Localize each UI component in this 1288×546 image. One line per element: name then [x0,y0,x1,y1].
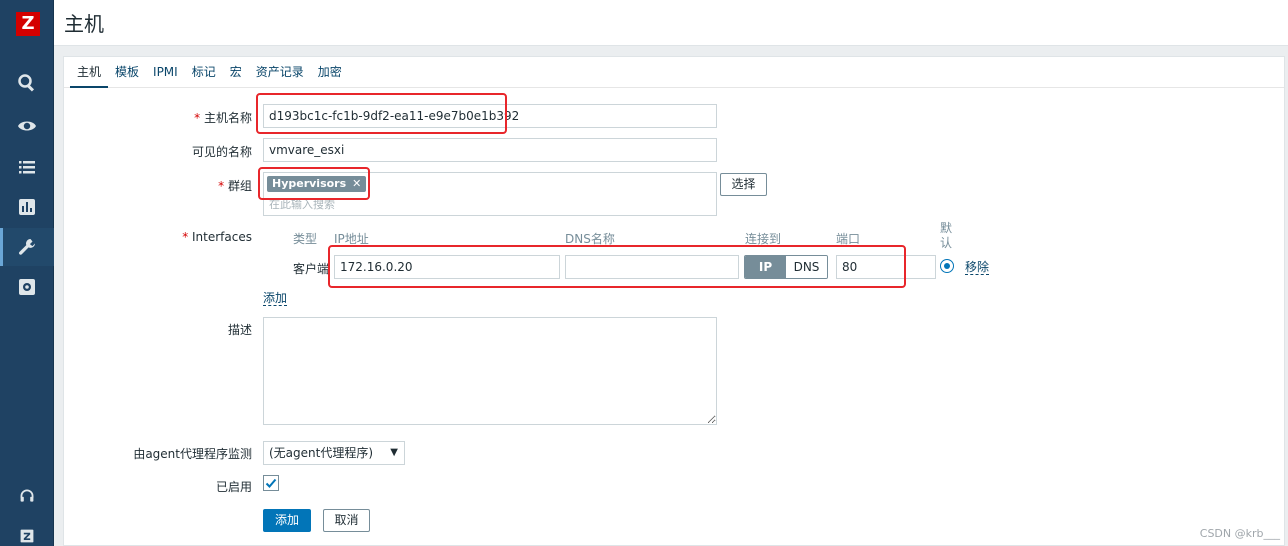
tab-templates[interactable]: 模板 [108,57,146,88]
groups-multiselect[interactable]: Hypervisors ✕ 在此输入搜索 [263,172,717,216]
gear-icon[interactable] [0,268,54,306]
proxy-select[interactable]: (无agent代理程序) ▼ [263,441,405,465]
chevron-down-icon: ▼ [390,447,398,458]
zabbix-icon[interactable] [0,517,54,546]
tab-inventory[interactable]: 资产记录 [249,57,311,88]
cancel-button[interactable]: 取消 [323,509,370,532]
tab-macros[interactable]: 宏 [223,57,249,88]
page-title: 主机 [64,12,104,36]
iface-connect-header: 连接到 [745,232,782,246]
groups-label: 群组 [218,177,252,194]
iface-remove-link[interactable]: 移除 [965,260,990,275]
tab-encryption[interactable]: 加密 [311,57,349,88]
tab-bar: 主机 模板 IPMI 标记 宏 资产记录 加密 [64,57,1284,88]
enabled-label: 已启用 [215,480,252,494]
watermark: CSDN @krb___ [1199,527,1280,540]
iface-dns-input[interactable] [565,255,739,279]
visible-name-label: 可见的名称 [191,145,252,159]
select-groups-button[interactable]: 选择 [720,173,767,196]
header-bar: 主机 [54,0,1288,46]
chart-icon[interactable] [0,188,54,226]
connect-dns-button[interactable]: DNS [786,256,827,278]
iface-ip-input[interactable] [334,255,560,279]
search-icon[interactable] [0,64,54,102]
connect-to-toggle: IP DNS [744,255,828,279]
iface-default-radio[interactable] [940,259,954,273]
visible-name-input[interactable] [263,138,717,162]
proxy-label: 由agent代理程序监测 [133,447,252,461]
iface-port-input[interactable] [836,255,936,279]
group-tag: Hypervisors ✕ [267,176,367,192]
connect-ip-button[interactable]: IP [745,256,786,278]
add-button[interactable]: 添加 [263,509,311,532]
remove-tag-icon[interactable]: ✕ [352,177,361,190]
tab-ipmi[interactable]: IPMI [146,57,185,88]
interfaces-label: Interfaces [182,230,252,244]
iface-type-header: 类型 [293,232,318,246]
host-form-panel: 主机 模板 IPMI 标记 宏 资产记录 加密 主机名称 可见的名称 群组 Hy… [63,56,1285,546]
sidebar: Z [0,0,54,546]
hostname-input[interactable] [263,104,717,128]
description-textarea[interactable] [263,317,717,425]
wrench-icon[interactable] [0,228,54,266]
description-label: 描述 [227,323,252,337]
iface-default-header: 默认 [940,221,953,250]
tab-host[interactable]: 主机 [70,57,109,88]
hostname-label: 主机名称 [194,109,252,126]
add-interface-link[interactable]: 添加 [263,291,288,306]
list-icon[interactable] [0,148,54,186]
tab-tags[interactable]: 标记 [185,57,223,88]
enabled-checkbox[interactable] [263,475,279,491]
headset-icon[interactable] [0,477,54,515]
iface-port-header: 端口 [836,232,861,246]
iface-dns-header: DNS名称 [565,232,615,246]
eye-icon[interactable] [0,107,54,145]
zabbix-logo[interactable]: Z [16,12,40,36]
groups-search-placeholder[interactable]: 在此输入搜索 [269,196,335,212]
iface-ip-header: IP地址 [334,232,369,246]
iface-type-value: 客户端 [293,262,330,276]
proxy-select-value: (无agent代理程序) [269,446,374,460]
checkmark-icon [265,478,277,488]
